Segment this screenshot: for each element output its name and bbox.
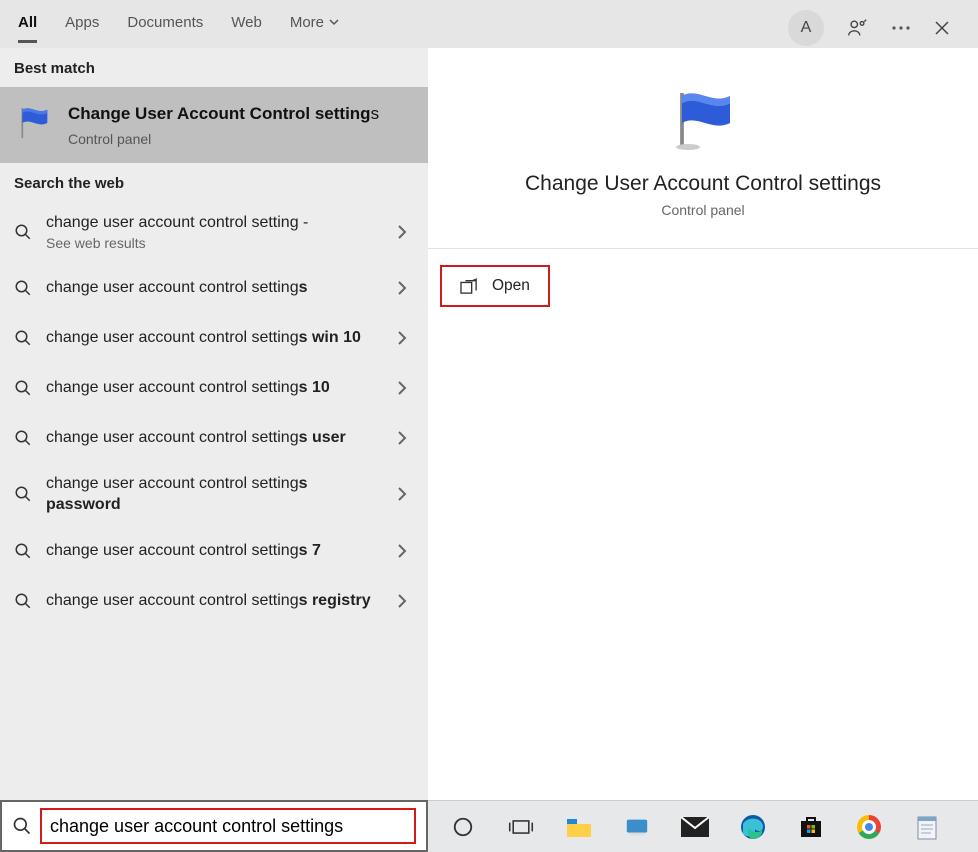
people-icon[interactable] bbox=[846, 17, 868, 39]
web-result[interactable]: change user account control settings 7 bbox=[0, 526, 428, 576]
chevron-right-icon bbox=[388, 430, 416, 446]
store-icon[interactable] bbox=[796, 812, 826, 842]
web-result[interactable]: change user account control settings bbox=[0, 263, 428, 313]
uac-flag-icon-large bbox=[665, 84, 741, 160]
web-result[interactable]: change user account control settings 10 bbox=[0, 363, 428, 413]
mail-icon[interactable] bbox=[680, 812, 710, 842]
search-icon bbox=[12, 485, 34, 503]
search-icon bbox=[12, 592, 34, 610]
web-result[interactable]: change user account control settings use… bbox=[0, 413, 428, 463]
close-icon[interactable] bbox=[934, 20, 950, 36]
taskbar bbox=[428, 800, 978, 852]
tab-web[interactable]: Web bbox=[231, 14, 262, 43]
settings-app-icon[interactable] bbox=[622, 812, 652, 842]
tab-all[interactable]: All bbox=[18, 14, 37, 43]
search-input[interactable] bbox=[50, 816, 406, 837]
best-match-title: Change User Account Control settings bbox=[68, 103, 379, 125]
tab-more[interactable]: More bbox=[290, 14, 340, 43]
best-match-subtitle: Control panel bbox=[68, 131, 379, 147]
web-result-label: change user account control settings win… bbox=[46, 327, 376, 349]
web-result-label: change user account control settings use… bbox=[46, 427, 376, 449]
search-web-header: Search the web bbox=[0, 163, 428, 202]
search-icon bbox=[12, 379, 34, 397]
preview-subtitle: Control panel bbox=[448, 202, 958, 218]
cortana-icon[interactable] bbox=[448, 812, 478, 842]
best-match-result[interactable]: Change User Account Control settings Con… bbox=[0, 87, 428, 163]
open-button[interactable]: Open bbox=[440, 265, 550, 307]
search-icon bbox=[12, 279, 34, 297]
chevron-right-icon bbox=[388, 486, 416, 502]
chevron-right-icon bbox=[388, 224, 416, 240]
web-result-label: change user account control settings bbox=[46, 277, 376, 299]
search-icon bbox=[12, 542, 34, 560]
preview-title: Change User Account Control settings bbox=[448, 172, 958, 196]
search-icon bbox=[12, 816, 32, 836]
edge-icon[interactable] bbox=[738, 812, 768, 842]
uac-flag-icon bbox=[14, 103, 54, 147]
search-bar[interactable] bbox=[0, 800, 428, 852]
search-icon bbox=[12, 429, 34, 447]
web-result[interactable]: change user account control settings reg… bbox=[0, 576, 428, 626]
best-match-header: Best match bbox=[0, 48, 428, 87]
notepad-icon[interactable] bbox=[912, 812, 942, 842]
chevron-right-icon bbox=[388, 543, 416, 559]
chevron-right-icon bbox=[388, 593, 416, 609]
task-view-icon[interactable] bbox=[506, 812, 536, 842]
chevron-right-icon bbox=[388, 280, 416, 296]
chevron-right-icon bbox=[388, 380, 416, 396]
search-icon bbox=[12, 329, 34, 347]
chevron-right-icon bbox=[388, 330, 416, 346]
web-result-label: change user account control settings pas… bbox=[46, 473, 376, 516]
tab-more-label: More bbox=[290, 14, 324, 31]
preview-pane: Change User Account Control settings Con… bbox=[428, 48, 978, 800]
tab-documents[interactable]: Documents bbox=[127, 14, 203, 43]
web-result[interactable]: change user account control settings pas… bbox=[0, 463, 428, 526]
open-external-icon bbox=[460, 278, 478, 294]
search-icon bbox=[12, 223, 34, 241]
open-label: Open bbox=[492, 277, 530, 295]
web-result-label: change user account control settings 10 bbox=[46, 377, 376, 399]
web-result-label: change user account control settings 7 bbox=[46, 540, 376, 562]
web-result[interactable]: change user account control settings win… bbox=[0, 313, 428, 363]
results-pane: Best match Change User Account Control s… bbox=[0, 48, 428, 800]
chrome-icon[interactable] bbox=[854, 812, 884, 842]
file-explorer-icon[interactable] bbox=[564, 812, 594, 842]
web-result-label: change user account control setting -See… bbox=[46, 212, 376, 252]
tab-apps[interactable]: Apps bbox=[65, 14, 99, 43]
web-result[interactable]: change user account control setting -See… bbox=[0, 202, 428, 262]
chevron-down-icon bbox=[328, 16, 340, 28]
more-options-icon[interactable] bbox=[890, 24, 912, 32]
web-result-label: change user account control settings reg… bbox=[46, 590, 376, 612]
avatar[interactable]: A bbox=[788, 10, 824, 46]
